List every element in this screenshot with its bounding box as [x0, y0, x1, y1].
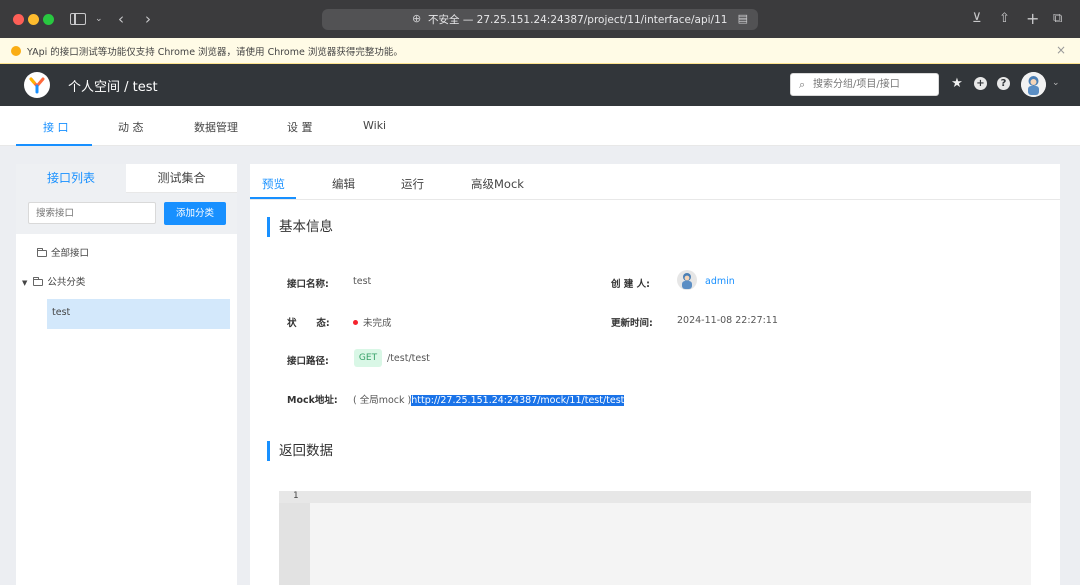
- app-header: 个人空间 / test ⌕ ★ + ? ⌄: [0, 64, 1080, 106]
- zoom-window-button[interactable]: [43, 14, 54, 25]
- section-title-return: 返回数据: [267, 441, 333, 461]
- label-mock: Mock地址:: [287, 395, 338, 406]
- interface-detail: 预览 编辑 运行 高级Mock 基本信息 接口名称: test 状 态: 未完成…: [250, 164, 1060, 585]
- star-icon[interactable]: ★: [950, 77, 964, 91]
- browser-warning-bar: YApi 的接口测试等功能仅支持 Chrome 浏览器，请使用 Chrome 浏…: [0, 38, 1080, 64]
- global-search-input[interactable]: [813, 76, 933, 93]
- caret-down-icon[interactable]: ▼: [22, 279, 27, 287]
- label-creator: 创 建 人:: [611, 279, 650, 290]
- close-window-button[interactable]: [13, 14, 24, 25]
- close-icon[interactable]: ×: [1056, 43, 1066, 57]
- sidebar-toggle-icon[interactable]: [70, 13, 86, 25]
- avatar[interactable]: [1021, 72, 1046, 97]
- tab-interface-list[interactable]: 接口列表: [16, 164, 126, 193]
- tree-item-category[interactable]: ▼ 公共分类: [22, 274, 85, 288]
- browser-titlebar: ⌄ ‹ › ⊕ 不安全 — 27.25.151.24:24387/project…: [0, 0, 1080, 38]
- section-title-basic: 基本信息: [267, 217, 333, 237]
- creator-avatar[interactable]: [677, 270, 697, 290]
- line-number: 1: [293, 491, 299, 501]
- tab-settings[interactable]: 设 置: [287, 119, 313, 135]
- forward-icon[interactable]: ›: [145, 11, 151, 27]
- reader-icon[interactable]: ▤: [738, 12, 748, 25]
- tree-item-test-label: test: [52, 307, 71, 318]
- tab-preview[interactable]: 预览: [262, 176, 285, 192]
- tab-edit[interactable]: 编辑: [332, 176, 355, 192]
- value-path: /test/test: [387, 353, 430, 364]
- tabs-overview-icon[interactable]: ⧉: [1053, 11, 1062, 27]
- method-badge: GET: [354, 349, 382, 367]
- search-icon: ⌕: [799, 78, 806, 91]
- url-text: 不安全 — 27.25.151.24:24387/project/11/inte…: [428, 14, 728, 26]
- project-nav: 接 口 动 态 数据管理 设 置 Wiki: [0, 106, 1080, 146]
- tree-item-test[interactable]: test: [47, 299, 230, 329]
- label-path: 接口路径:: [287, 356, 329, 367]
- tab-activity[interactable]: 动 态: [118, 119, 144, 135]
- add-project-icon[interactable]: +: [974, 77, 987, 90]
- value-status: 未完成: [353, 315, 392, 329]
- breadcrumb[interactable]: 个人空间 / test: [68, 76, 158, 95]
- sidebar-toolbar: 添加分类: [16, 193, 237, 234]
- chevron-down-icon[interactable]: ⌄: [95, 11, 103, 27]
- active-tab-indicator: [16, 144, 92, 146]
- response-editor[interactable]: 1: [279, 491, 1031, 585]
- editor-active-line: [279, 491, 1031, 503]
- value-updated: 2024-11-08 22:27:11: [677, 315, 778, 326]
- value-creator[interactable]: admin: [705, 276, 735, 287]
- value-mock: ( 全局mock )http://27.25.151.24:24387/mock…: [353, 392, 625, 406]
- folder-icon: [37, 248, 47, 257]
- help-icon[interactable]: ?: [997, 77, 1010, 90]
- label-name: 接口名称:: [287, 279, 329, 290]
- tree-item-all[interactable]: 全部接口: [37, 245, 89, 259]
- status-dot: [353, 320, 358, 325]
- tab-divider: [250, 199, 1060, 200]
- editor-gutter: [279, 491, 310, 585]
- warning-text: YApi 的接口测试等功能仅支持 Chrome 浏览器，请使用 Chrome 浏…: [27, 47, 403, 58]
- minimize-window-button[interactable]: [28, 14, 39, 25]
- globe-icon: ⊕: [412, 12, 422, 25]
- address-bar[interactable]: ⊕ 不安全 — 27.25.151.24:24387/project/11/in…: [322, 9, 758, 30]
- active-tab-indicator: [250, 197, 296, 199]
- tree-item-category-label: 公共分类: [47, 277, 86, 288]
- interface-sidebar: 接口列表 测试集合 添加分类 全部接口 ▼ 公共分类 test: [16, 164, 237, 585]
- tab-data-management[interactable]: 数据管理: [194, 119, 238, 135]
- interface-search-input[interactable]: [28, 202, 156, 224]
- download-icon[interactable]: ⊻: [972, 11, 982, 27]
- label-updated: 更新时间:: [611, 318, 653, 329]
- folder-icon: [33, 277, 44, 286]
- warning-icon: [11, 46, 21, 56]
- tab-advanced-mock[interactable]: 高级Mock: [471, 176, 524, 192]
- yapi-logo[interactable]: [24, 72, 50, 98]
- tab-wiki[interactable]: Wiki: [363, 119, 386, 132]
- add-category-button[interactable]: 添加分类: [164, 202, 226, 225]
- share-icon[interactable]: ⇧: [999, 11, 1010, 27]
- value-name: test: [353, 276, 372, 287]
- mock-url-link[interactable]: http://27.25.151.24:24387/mock/11/test/t…: [411, 395, 625, 406]
- sidebar-tabs: 接口列表 测试集合: [16, 164, 237, 193]
- mock-prefix: ( 全局mock ): [353, 395, 412, 406]
- tab-run[interactable]: 运行: [401, 176, 424, 192]
- back-icon[interactable]: ‹: [118, 11, 124, 27]
- chevron-down-icon[interactable]: ⌄: [1052, 78, 1060, 88]
- status-text: 未完成: [363, 318, 392, 329]
- tree-item-all-label: 全部接口: [51, 248, 90, 259]
- global-search[interactable]: ⌕: [790, 73, 939, 96]
- label-status: 状 态:: [287, 318, 330, 329]
- new-tab-icon[interactable]: +: [1026, 11, 1039, 27]
- tab-interface[interactable]: 接 口: [43, 119, 69, 135]
- tab-test-collection[interactable]: 测试集合: [126, 164, 237, 193]
